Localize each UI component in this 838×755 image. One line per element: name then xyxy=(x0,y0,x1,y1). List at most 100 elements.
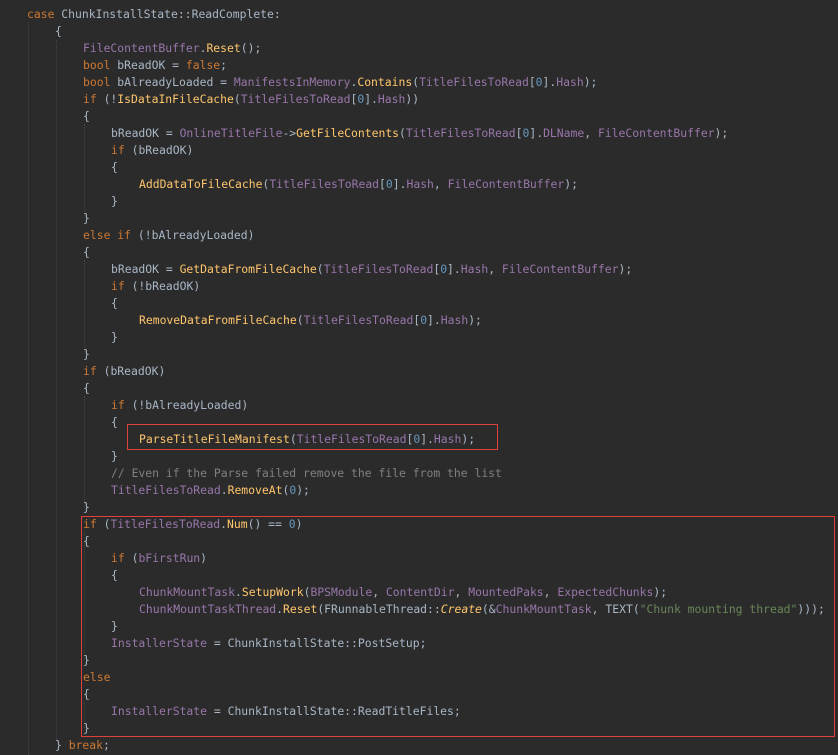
code-token: Contains xyxy=(357,75,413,89)
code-token: bReadOK xyxy=(145,279,194,293)
code-token: ; xyxy=(220,58,228,72)
code-token: { xyxy=(83,381,90,395)
code-token: if xyxy=(111,551,132,565)
code-line[interactable]: } break; xyxy=(55,737,110,754)
code-token: . xyxy=(220,517,228,531)
code-line[interactable]: ChunkMountTask.SetupWork(BPSModule, Cont… xyxy=(139,584,667,601)
code-token: Reset xyxy=(206,41,241,55)
code-line[interactable]: TitleFilesToRead.RemoveAt(0); xyxy=(111,482,310,499)
code-token: (! xyxy=(137,228,152,242)
code-line[interactable]: } xyxy=(111,448,118,465)
code-line[interactable]: { xyxy=(83,686,90,703)
code-token: Reset xyxy=(283,602,318,616)
code-token: TitleFilesToRead xyxy=(111,483,221,497)
code-token: FileContentBuffer xyxy=(597,126,715,140)
indent-guide xyxy=(56,40,57,740)
code-token: ; xyxy=(103,738,110,752)
code-token: bReadOK = xyxy=(117,58,186,72)
code-line[interactable]: if (bFirstRun) xyxy=(111,550,207,567)
code-line[interactable]: else xyxy=(83,669,110,686)
code-token: Hash xyxy=(460,262,489,276)
code-token: ); xyxy=(468,313,482,327)
code-line[interactable]: } xyxy=(83,346,90,363)
code-token: ( xyxy=(233,92,241,106)
code-line[interactable]: if (TitleFilesToRead.Num() == 0) xyxy=(83,516,302,533)
code-token: InstallerState xyxy=(111,636,208,650)
code-token: TEXT xyxy=(605,602,633,616)
code-line[interactable]: ParseTitleFileManifest(TitleFilesToRead[… xyxy=(139,431,475,448)
code-line[interactable]: if (!bAlreadyLoaded) xyxy=(111,397,248,414)
code-line[interactable]: { xyxy=(111,295,118,312)
indent-guide xyxy=(84,396,85,508)
code-line[interactable]: bool bReadOK = false; xyxy=(83,57,227,74)
code-line[interactable]: InstallerState = ChunkInstallState::Post… xyxy=(111,635,426,652)
code-line[interactable]: { xyxy=(111,414,118,431)
code-token: if xyxy=(111,398,132,412)
code-line[interactable]: if (bReadOK) xyxy=(111,142,193,159)
code-line[interactable]: if (!bReadOK) xyxy=(111,278,200,295)
code-token: RemoveDataFromFileCache xyxy=(139,313,297,327)
code-line[interactable]: } xyxy=(83,652,90,669)
code-line[interactable]: { xyxy=(111,567,118,584)
code-token: SetupWork xyxy=(241,585,304,599)
code-line[interactable]: } xyxy=(111,329,118,346)
code-token: if xyxy=(83,92,104,106)
code-line[interactable]: if (bReadOK) xyxy=(83,363,165,380)
code-token: ]. xyxy=(529,126,544,140)
code-token: Hash xyxy=(377,92,406,106)
code-line[interactable]: } xyxy=(83,210,90,227)
code-token: // Even if the Parse failed remove the f… xyxy=(111,466,502,480)
code-token: { xyxy=(111,415,118,429)
code-line[interactable]: bReadOK = OnlineTitleFile->GetFileConten… xyxy=(111,125,728,142)
code-line[interactable]: } xyxy=(111,193,118,210)
code-line[interactable]: { xyxy=(83,244,90,261)
code-token: ) xyxy=(241,398,249,412)
code-line[interactable]: RemoveDataFromFileCache(TitleFilesToRead… xyxy=(139,312,482,329)
code-line[interactable]: FileContentBuffer.Reset(); xyxy=(83,40,261,57)
code-token: TitleFilesToRead xyxy=(323,262,434,276)
code-token: ( xyxy=(296,313,304,327)
code-line[interactable]: { xyxy=(83,533,90,550)
code-token: ChunkMountTaskThread xyxy=(139,602,277,616)
code-line[interactable]: } xyxy=(111,618,118,635)
code-line[interactable]: { xyxy=(83,108,90,125)
code-token: Num xyxy=(227,517,248,531)
code-line[interactable]: bool bAlreadyLoaded = ManifestsInMemory.… xyxy=(83,74,597,91)
code-line[interactable]: case ChunkInstallState::ReadComplete: xyxy=(27,6,281,23)
code-token: break xyxy=(68,738,104,752)
code-token: ); xyxy=(618,262,633,276)
code-token: BPSModule xyxy=(310,585,373,599)
code-token: (); xyxy=(240,41,262,55)
code-line[interactable]: else if (!bAlreadyLoaded) xyxy=(83,227,254,244)
code-token: ChunkMountTask xyxy=(139,585,236,599)
code-line[interactable]: { xyxy=(83,380,90,397)
code-token: MountedPaks xyxy=(468,585,544,599)
code-token: ) xyxy=(295,517,303,531)
code-line[interactable]: AddDataToFileCache(TitleFilesToRead[0].H… xyxy=(139,176,578,193)
code-token: false xyxy=(185,58,221,72)
code-token: , xyxy=(454,585,469,599)
code-line[interactable]: ChunkMountTaskThread.Reset (FRunnableThre… xyxy=(139,601,825,618)
code-token: FileContentBuffer xyxy=(447,177,565,191)
code-token: bAlreadyLoaded xyxy=(145,398,242,412)
code-token: } xyxy=(111,194,118,208)
code-line[interactable]: bReadOK = GetDataFromFileCache(TitleFile… xyxy=(111,261,632,278)
code-line[interactable]: { xyxy=(55,23,62,40)
code-token: IsDataInFileCache xyxy=(117,92,234,106)
code-line[interactable]: { xyxy=(111,159,118,176)
code-token: "Chunk mounting thread" xyxy=(639,602,798,616)
code-line[interactable]: } xyxy=(83,499,90,516)
code-token: (! xyxy=(131,398,146,412)
code-token: )) xyxy=(405,92,420,106)
code-token: ); xyxy=(564,177,578,191)
code-token: ]. xyxy=(392,177,407,191)
code-token: RemoveAt xyxy=(227,483,283,497)
code-line[interactable]: // Even if the Parse failed remove the f… xyxy=(111,465,502,482)
code-line[interactable]: InstallerState = ChunkInstallState::Read… xyxy=(111,703,461,720)
code-token: if xyxy=(111,279,132,293)
code-token: } xyxy=(111,330,118,344)
code-token: bFirstRun xyxy=(138,551,201,565)
code-editor[interactable]: case ChunkInstallState::ReadComplete:{Fi… xyxy=(0,0,838,755)
code-line[interactable]: if (!IsDataInFileCache(TitleFilesToRead[… xyxy=(83,91,419,108)
code-line[interactable]: } xyxy=(83,720,90,737)
